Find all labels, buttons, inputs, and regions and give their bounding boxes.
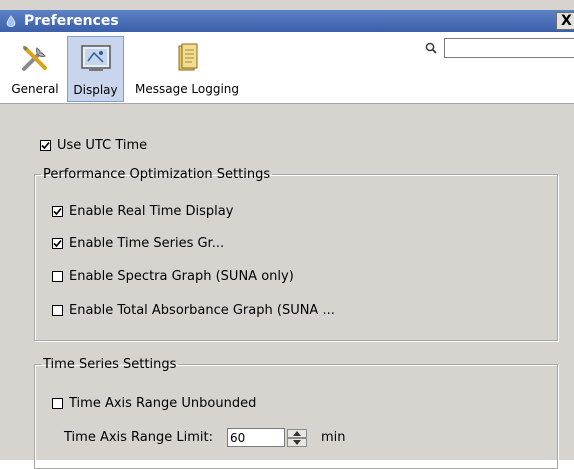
- search-input[interactable]: [444, 38, 574, 58]
- tab-message-logging[interactable]: Message Logging: [127, 36, 247, 102]
- enable-spectra-graph-checkbox[interactable]: [52, 271, 63, 282]
- close-button[interactable]: X: [556, 12, 574, 30]
- tab-display-label: Display: [73, 83, 118, 97]
- enable-real-time-display-checkbox[interactable]: [52, 206, 63, 217]
- enable-time-series-graph-checkbox[interactable]: [52, 238, 63, 249]
- use-utc-time-option[interactable]: Use UTC Time: [40, 138, 147, 153]
- tab-display[interactable]: Display: [67, 36, 124, 102]
- time-series-settings-title: Time Series Settings: [43, 357, 177, 372]
- enable-time-series-graph-option[interactable]: Enable Time Series Gr...: [52, 236, 224, 251]
- tab-message-logging-label: Message Logging: [134, 82, 239, 96]
- close-icon: X: [561, 13, 572, 29]
- time-series-settings-group: Time Series Settings: [34, 357, 558, 469]
- preferences-window: Preferences X General Display Message Lo…: [0, 0, 574, 469]
- performance-optimization-title: Performance Optimization Settings: [43, 167, 271, 182]
- spin-down-button[interactable]: [287, 437, 307, 447]
- time-axis-range-limit-row: Time Axis Range Limit: min: [64, 428, 346, 447]
- enable-total-absorbance-graph-label: Enable Total Absorbance Graph (SUNA ...: [69, 303, 335, 318]
- enable-time-series-graph-label: Enable Time Series Gr...: [69, 236, 225, 251]
- search-icon: [425, 42, 437, 57]
- arrow-up-icon: [293, 430, 301, 436]
- time-axis-range-limit-label: Time Axis Range Limit:: [64, 430, 213, 445]
- time-axis-range-unbounded-option[interactable]: Time Axis Range Unbounded: [52, 396, 256, 411]
- spinner-buttons: [287, 428, 307, 447]
- time-axis-range-limit-spinner[interactable]: [227, 428, 307, 447]
- enable-spectra-graph-option[interactable]: Enable Spectra Graph (SUNA only): [52, 269, 294, 284]
- display-settings-icon: [79, 43, 113, 76]
- enable-real-time-display-label: Enable Real Time Display: [69, 204, 234, 219]
- enable-real-time-display-option[interactable]: Enable Real Time Display: [52, 204, 233, 219]
- time-axis-range-unbounded-checkbox[interactable]: [52, 398, 63, 409]
- time-axis-range-limit-input[interactable]: [227, 428, 285, 447]
- enable-total-absorbance-graph-checkbox[interactable]: [52, 305, 63, 316]
- log-file-icon: [172, 42, 202, 77]
- title-bar[interactable]: Preferences X: [0, 10, 574, 32]
- enable-spectra-graph-label: Enable Spectra Graph (SUNA only): [69, 269, 294, 284]
- use-utc-time-label: Use UTC Time: [57, 138, 148, 153]
- tools-icon: [19, 42, 51, 77]
- toolbar: General Display Message Logging: [0, 32, 574, 104]
- enable-total-absorbance-graph-option[interactable]: Enable Total Absorbance Graph (SUNA ...: [52, 303, 335, 318]
- use-utc-time-checkbox[interactable]: [40, 140, 51, 151]
- window-title: Preferences: [24, 13, 119, 29]
- arrow-down-icon: [293, 439, 301, 445]
- tab-general-label: General: [11, 82, 59, 96]
- tab-general[interactable]: General: [4, 36, 66, 102]
- display-settings-panel: Use UTC Time Performance Optimization Se…: [16, 112, 574, 469]
- spin-up-button[interactable]: [287, 428, 307, 438]
- app-icon: [4, 14, 18, 28]
- time-axis-range-limit-unit: min: [321, 430, 346, 445]
- time-axis-range-unbounded-label: Time Axis Range Unbounded: [69, 396, 257, 411]
